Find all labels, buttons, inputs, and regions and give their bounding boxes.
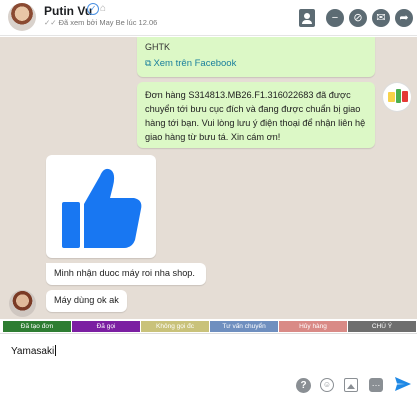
customer-avatar[interactable] <box>8 3 36 31</box>
link-card-title: GHTK <box>145 42 171 52</box>
view-on-facebook-link[interactable]: ⧉ Xem trên Facebook <box>145 58 236 69</box>
help-icon[interactable]: ? <box>296 378 311 393</box>
mail-icon[interactable]: ✉ <box>372 9 390 27</box>
tag-not-reachable[interactable]: Không gọi đc <box>141 321 209 332</box>
customer-message: Máy dùng ok ak <box>46 290 127 312</box>
seen-status-text: Đã xem bởi May Be lúc 12.06 <box>58 18 158 27</box>
thumbs-up-icon <box>62 168 142 248</box>
verified-icon: ✓ <box>87 3 99 15</box>
minus-circle-icon[interactable]: − <box>326 9 344 27</box>
tag-created-order[interactable]: Đã tạo đơn <box>3 321 71 332</box>
customer-message: Minh nhận duoc máy roi nha shop. <box>46 263 206 285</box>
view-on-facebook-label: Xem trên Facebook <box>153 58 237 69</box>
external-link-icon: ⧉ <box>145 58 152 68</box>
conversation-header: Putin Vu ✓ ⌂ ✓✓ Đã xem bởi May Be lúc 12.… <box>0 0 417 36</box>
send-icon[interactable] <box>394 375 412 393</box>
contact-card-icon[interactable] <box>299 9 315 27</box>
tag-called[interactable]: Đã gọi <box>72 321 140 332</box>
tag-bar: Đã tạo đơn Đã gọi Không gọi đc Tư vấn ch… <box>3 321 417 332</box>
message-input[interactable]: Yamasaki <box>11 345 57 357</box>
tag-attention[interactable]: CHÚ Ý <box>348 321 416 332</box>
customer-name[interactable]: Putin Vu <box>44 4 92 18</box>
emoji-icon[interactable]: ☺ <box>320 378 334 392</box>
shared-link-card[interactable]: GHTK ⧉ Xem trên Facebook <box>137 37 375 77</box>
share-icon[interactable]: ➦ <box>395 9 413 27</box>
tag-cancel-order[interactable]: Hủy hàng <box>279 321 347 332</box>
shop-message: Đơn hàng S314813.MB26.F1.316022683 đã đư… <box>137 82 375 148</box>
tag-consult-transfer[interactable]: Tư vấn chuyển <box>210 321 278 332</box>
block-icon[interactable]: ⊘ <box>349 9 367 27</box>
double-check-icon: ✓✓ <box>44 18 57 27</box>
profile-icon[interactable]: ⌂ <box>100 3 111 14</box>
message-input-value: Yamasaki <box>11 346 55 357</box>
shop-avatar <box>383 83 411 111</box>
text-caret <box>55 345 57 356</box>
image-icon[interactable] <box>344 378 358 392</box>
message-list[interactable]: GHTK ⧉ Xem trên Facebook Đơn hàng S314813… <box>0 37 417 319</box>
thumbs-up-sticker[interactable] <box>46 155 156 258</box>
more-icon[interactable]: … <box>369 378 383 392</box>
customer-avatar-small <box>9 290 36 317</box>
scrollbar[interactable] <box>411 37 417 319</box>
message-composer[interactable]: Yamasaki ? ☺ … <box>0 333 417 400</box>
seen-status: ✓✓ Đã xem bởi May Be lúc 12.06 <box>44 18 157 27</box>
